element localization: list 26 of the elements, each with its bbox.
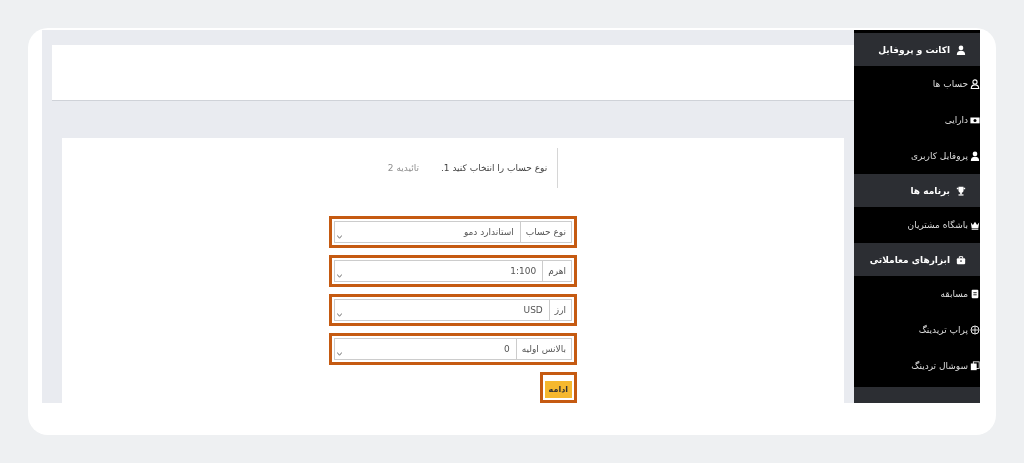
caret-icon — [337, 274, 342, 278]
section-title: برنامه ها — [910, 185, 950, 196]
trophy-icon — [956, 185, 966, 196]
menu-item[interactable]: دارایی — [854, 102, 980, 138]
menu-item[interactable]: سوشال تردینگ — [854, 348, 980, 384]
menu-item[interactable]: حساب ها — [854, 66, 980, 102]
continue-button[interactable]: ادامه — [544, 381, 572, 398]
crown-icon — [970, 220, 980, 230]
menu-item[interactable]: مسابقه — [854, 276, 980, 312]
caret-icon — [337, 235, 342, 239]
globe-icon — [970, 325, 980, 335]
person-icon — [970, 151, 980, 161]
menu-item[interactable]: پراپ تریدینگ — [854, 312, 980, 348]
step-label[interactable]: تائیدیه 2 — [387, 163, 419, 173]
section-title: ابزارهای معاملاتی — [869, 254, 950, 265]
person-icon — [956, 44, 966, 55]
copy-icon — [970, 361, 980, 371]
section-title: اکانت و پروفایل — [878, 44, 950, 55]
menu-item[interactable]: باشگاه مشتریان — [854, 207, 980, 243]
select-field[interactable]: نوع حساب استاندارد دمو — [334, 221, 572, 243]
briefcase-icon — [956, 254, 966, 265]
menu-item[interactable]: پروفایل کاربری — [854, 138, 980, 174]
person-icon — [970, 79, 980, 89]
caret-icon — [337, 352, 342, 356]
step-label[interactable]: نوع حساب را انتخاب کنید 1. — [440, 163, 548, 173]
caret-icon — [337, 313, 342, 317]
